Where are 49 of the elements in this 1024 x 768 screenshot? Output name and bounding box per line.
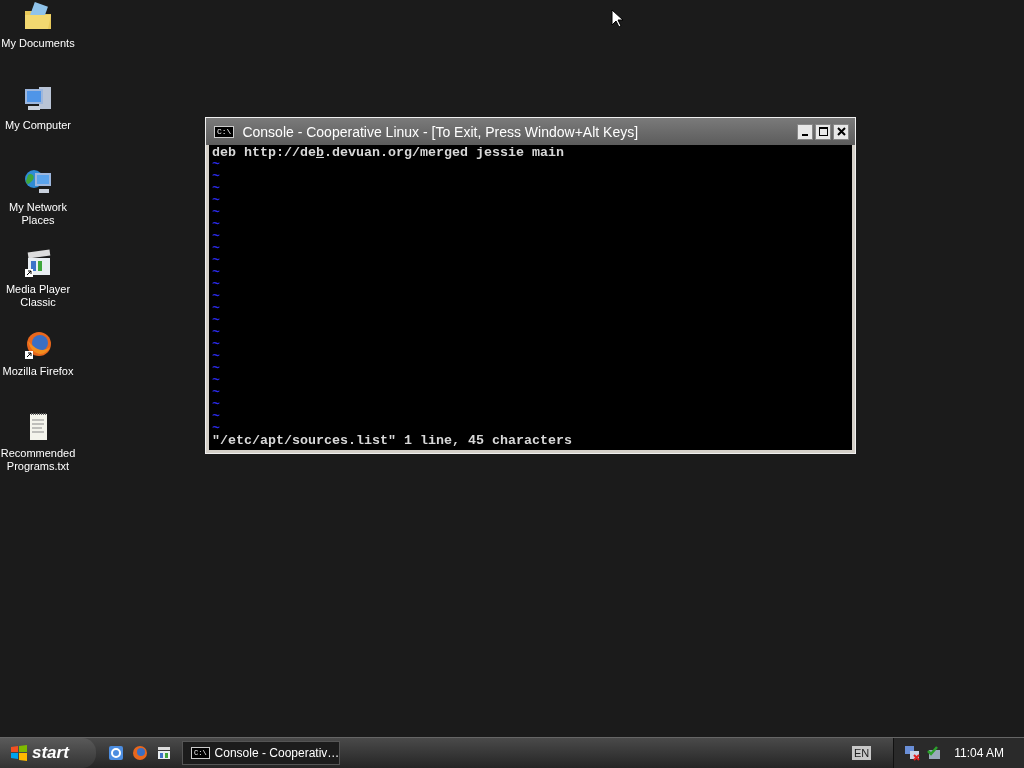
console-icon: C:\: [214, 125, 235, 138]
empty-line-marker: ~: [212, 315, 221, 327]
empty-line-marker: ~: [212, 255, 221, 267]
desktop-icon-label[interactable]: My Network Places: [0, 201, 76, 227]
empty-line-marker: ~: [212, 243, 221, 255]
language-indicator[interactable]: EN: [851, 746, 872, 760]
empty-line-marker: ~: [212, 159, 221, 171]
empty-line-marker: ~: [212, 303, 221, 315]
clock: 11:04 AM: [954, 746, 1004, 760]
fox-globe-icon[interactable]: [22, 329, 54, 361]
desktop-icon-label[interactable]: Mozilla Firefox: [0, 365, 76, 378]
empty-line-marker: ~: [212, 339, 221, 351]
empty-line-marker: ~: [212, 375, 221, 387]
film-clapper-icon[interactable]: [156, 745, 172, 761]
status-line: "/etc/apt/sources.list" 1 line, 45 characters: [212, 435, 573, 447]
empty-line-marker: ~: [212, 399, 221, 411]
empty-line-marker: ~: [212, 351, 221, 363]
terminal-line: deb http://deb.devuan.org/merged jessie main: [212, 147, 565, 159]
close-button[interactable]: [833, 123, 849, 140]
desktop-icon-label[interactable]: Media Player Classic: [0, 283, 76, 309]
minimize-button[interactable]: [797, 123, 813, 140]
empty-line-marker: ~: [212, 195, 221, 207]
browser-e-icon[interactable]: [108, 745, 124, 761]
empty-line-marker: ~: [212, 291, 221, 303]
empty-line-marker: ~: [212, 219, 221, 231]
desktop-icon-label[interactable]: Recommended Programs.txt: [0, 447, 76, 473]
empty-line-marker: ~: [212, 171, 221, 183]
empty-line-marker: ~: [212, 411, 221, 423]
mouse-pointer-icon: [611, 9, 623, 28]
desktop-icon-label[interactable]: My Computer: [0, 119, 76, 132]
desktop-icon-label[interactable]: My Documents: [0, 37, 76, 50]
empty-line-marker: ~: [212, 327, 221, 339]
empty-line-marker: ~: [212, 207, 221, 219]
empty-line-marker: ~: [212, 363, 221, 375]
minimize-icon: [802, 133, 808, 136]
empty-line-marker: ~: [212, 279, 221, 291]
empty-line-marker: ~: [212, 267, 221, 279]
empty-line-marker: ~: [212, 387, 221, 399]
maximize-button[interactable]: [815, 123, 831, 140]
empty-line-marker: ~: [212, 183, 221, 195]
close-icon: [836, 127, 846, 136]
start-button[interactable]: start: [0, 738, 96, 768]
empty-line-marker: ~: [212, 231, 221, 243]
windows-flag-icon: [10, 745, 28, 761]
window-title: Console - Cooperative Linux - [To Exit, Press Window+Alt Keys]: [242, 123, 640, 140]
maximize-icon: [818, 127, 828, 136]
empty-line-marker: ~: [212, 423, 220, 435]
network-computers-icon[interactable]: [904, 744, 923, 762]
check-monitor-icon[interactable]: [926, 745, 943, 761]
